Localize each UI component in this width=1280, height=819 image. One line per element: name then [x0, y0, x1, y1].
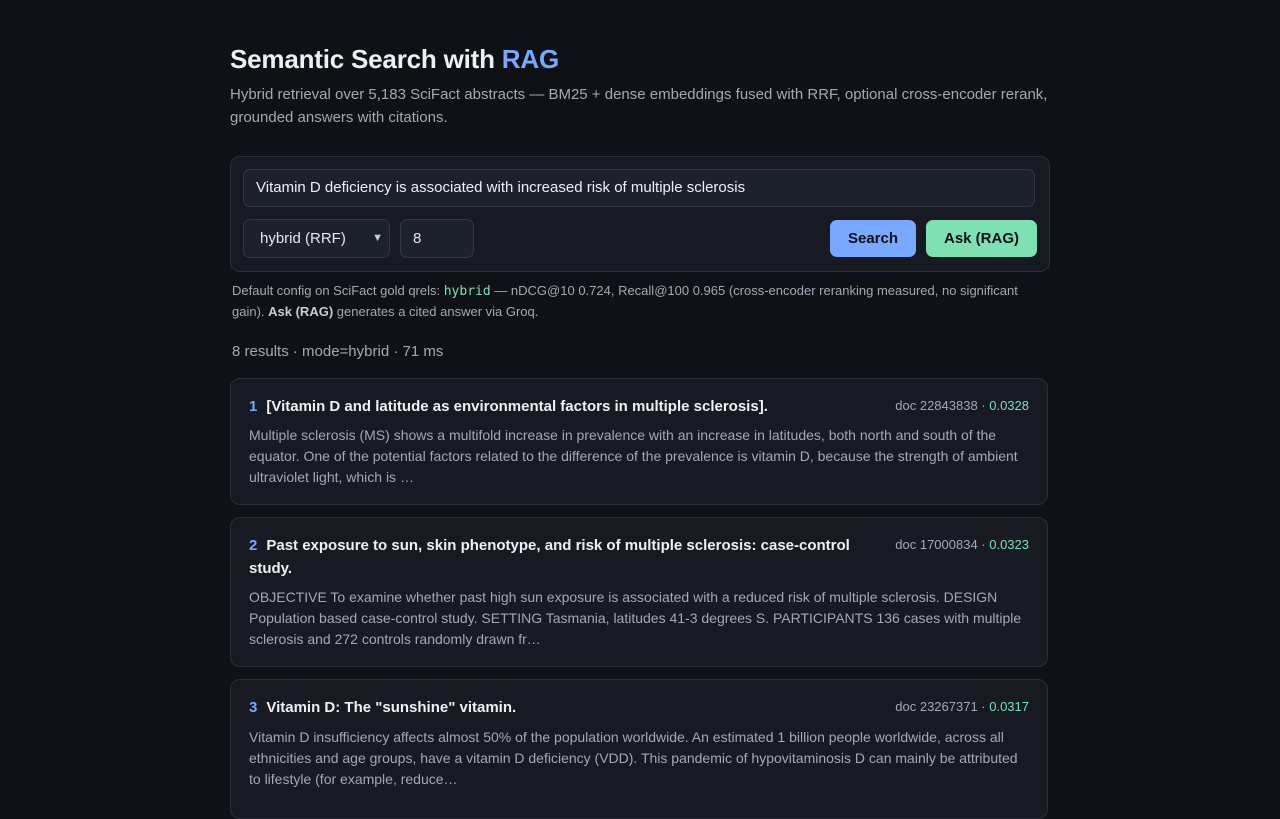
result-doc-id: doc 22843838 · — [895, 398, 990, 413]
note-prefix: Default config on SciFact gold qrels: — [232, 283, 444, 298]
mode-select[interactable]: hybrid (RRF) ▼ — [243, 219, 390, 258]
result-card[interactable]: 2 Past exposure to sun, skin phenotype, a… — [230, 517, 1048, 667]
title-text: Semantic Search with — [230, 44, 502, 74]
config-note: Default config on SciFact gold qrels: hy… — [232, 281, 1052, 322]
result-title[interactable]: 3 Vitamin D: The "sunshine" vitamin. — [249, 696, 859, 719]
result-title-text: Past exposure to sun, skin phenotype, an… — [249, 537, 850, 577]
result-snippet: Vitamin D insufficiency affects almost 5… — [249, 729, 1018, 787]
page-subtitle: Hybrid retrieval over 5,183 SciFact abst… — [230, 86, 1048, 126]
search-panel: Vitamin D deficiency is associated with … — [230, 156, 1050, 272]
result-rank: 3 — [249, 699, 258, 716]
result-rank: 1 — [249, 398, 258, 415]
result-score: 0.0328 — [989, 398, 1029, 413]
result-title[interactable]: 1 [Vitamin D and latitude as environmenta… — [249, 395, 859, 418]
result-meta: doc 23267371 · 0.0317 — [895, 699, 1029, 714]
note-code: hybrid — [443, 284, 491, 299]
results-meta: 8 results · mode=hybrid · 71 ms — [232, 343, 444, 360]
result-title-text: [Vitamin D and latitude as environmental… — [266, 398, 768, 415]
result-rank: 2 — [249, 537, 258, 554]
result-card[interactable]: 1 [Vitamin D and latitude as environmenta… — [230, 378, 1048, 505]
search-input[interactable]: Vitamin D deficiency is associated with … — [243, 169, 1035, 207]
result-score: 0.0317 — [989, 699, 1029, 714]
result-doc-id: doc 23267371 · — [895, 699, 990, 714]
result-meta: doc 22843838 · 0.0328 — [895, 398, 1029, 413]
title-accent: RAG — [501, 44, 559, 74]
mode-select-value: hybrid (RRF) — [260, 230, 346, 247]
top-k-input[interactable]: 8 — [400, 219, 474, 258]
search-button[interactable]: Search — [830, 220, 916, 257]
result-snippet: Multiple sclerosis (MS) shows a multifol… — [249, 427, 1018, 485]
result-title-text: Vitamin D: The "sunshine" vitamin. — [266, 699, 517, 716]
result-snippet: OBJECTIVE To examine whether past high s… — [249, 589, 1022, 647]
note-suffix: generates a cited answer via Groq. — [333, 304, 539, 319]
ask-rag-button[interactable]: Ask (RAG) — [926, 220, 1037, 257]
result-title[interactable]: 2 Past exposure to sun, skin phenotype, a… — [249, 534, 859, 580]
result-score: 0.0323 — [989, 537, 1029, 552]
page-title: Semantic Search with RAG — [230, 44, 559, 75]
result-doc-id: doc 17000834 · — [895, 537, 990, 552]
chevron-down-icon: ▼ — [372, 232, 383, 244]
note-bold: Ask (RAG) — [268, 304, 334, 319]
result-card[interactable]: 3 Vitamin D: The "sunshine" vitamin. doc … — [230, 679, 1048, 819]
result-meta: doc 17000834 · 0.0323 — [895, 537, 1029, 552]
